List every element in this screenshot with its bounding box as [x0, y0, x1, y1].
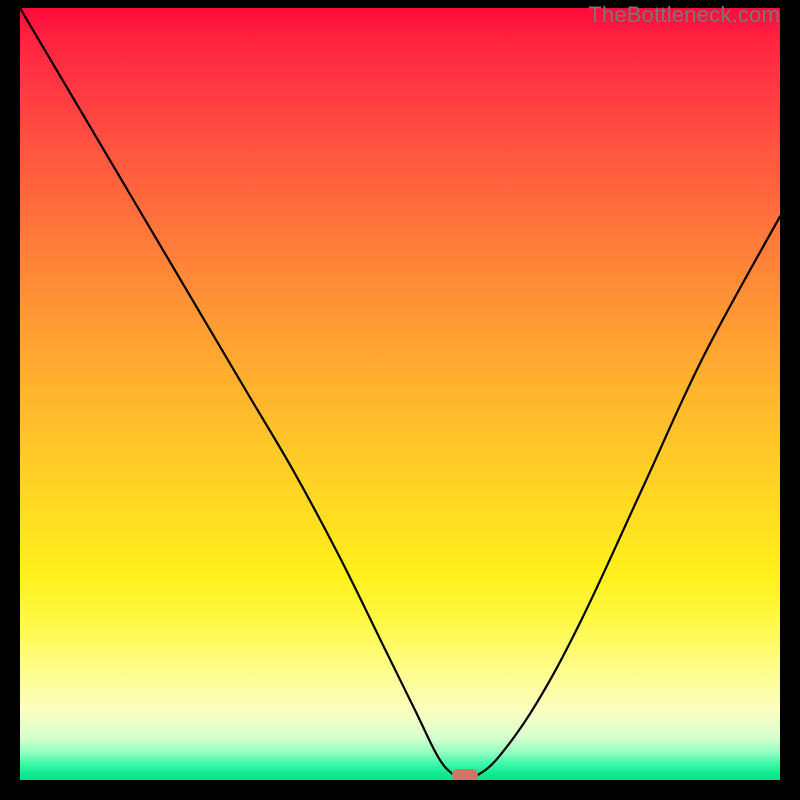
chart-frame: TheBottleneck.com	[0, 0, 800, 800]
optimal-point-marker	[452, 769, 478, 780]
plot-area	[20, 8, 780, 780]
watermark-text: TheBottleneck.com	[588, 2, 780, 28]
bottleneck-curve	[20, 8, 780, 780]
